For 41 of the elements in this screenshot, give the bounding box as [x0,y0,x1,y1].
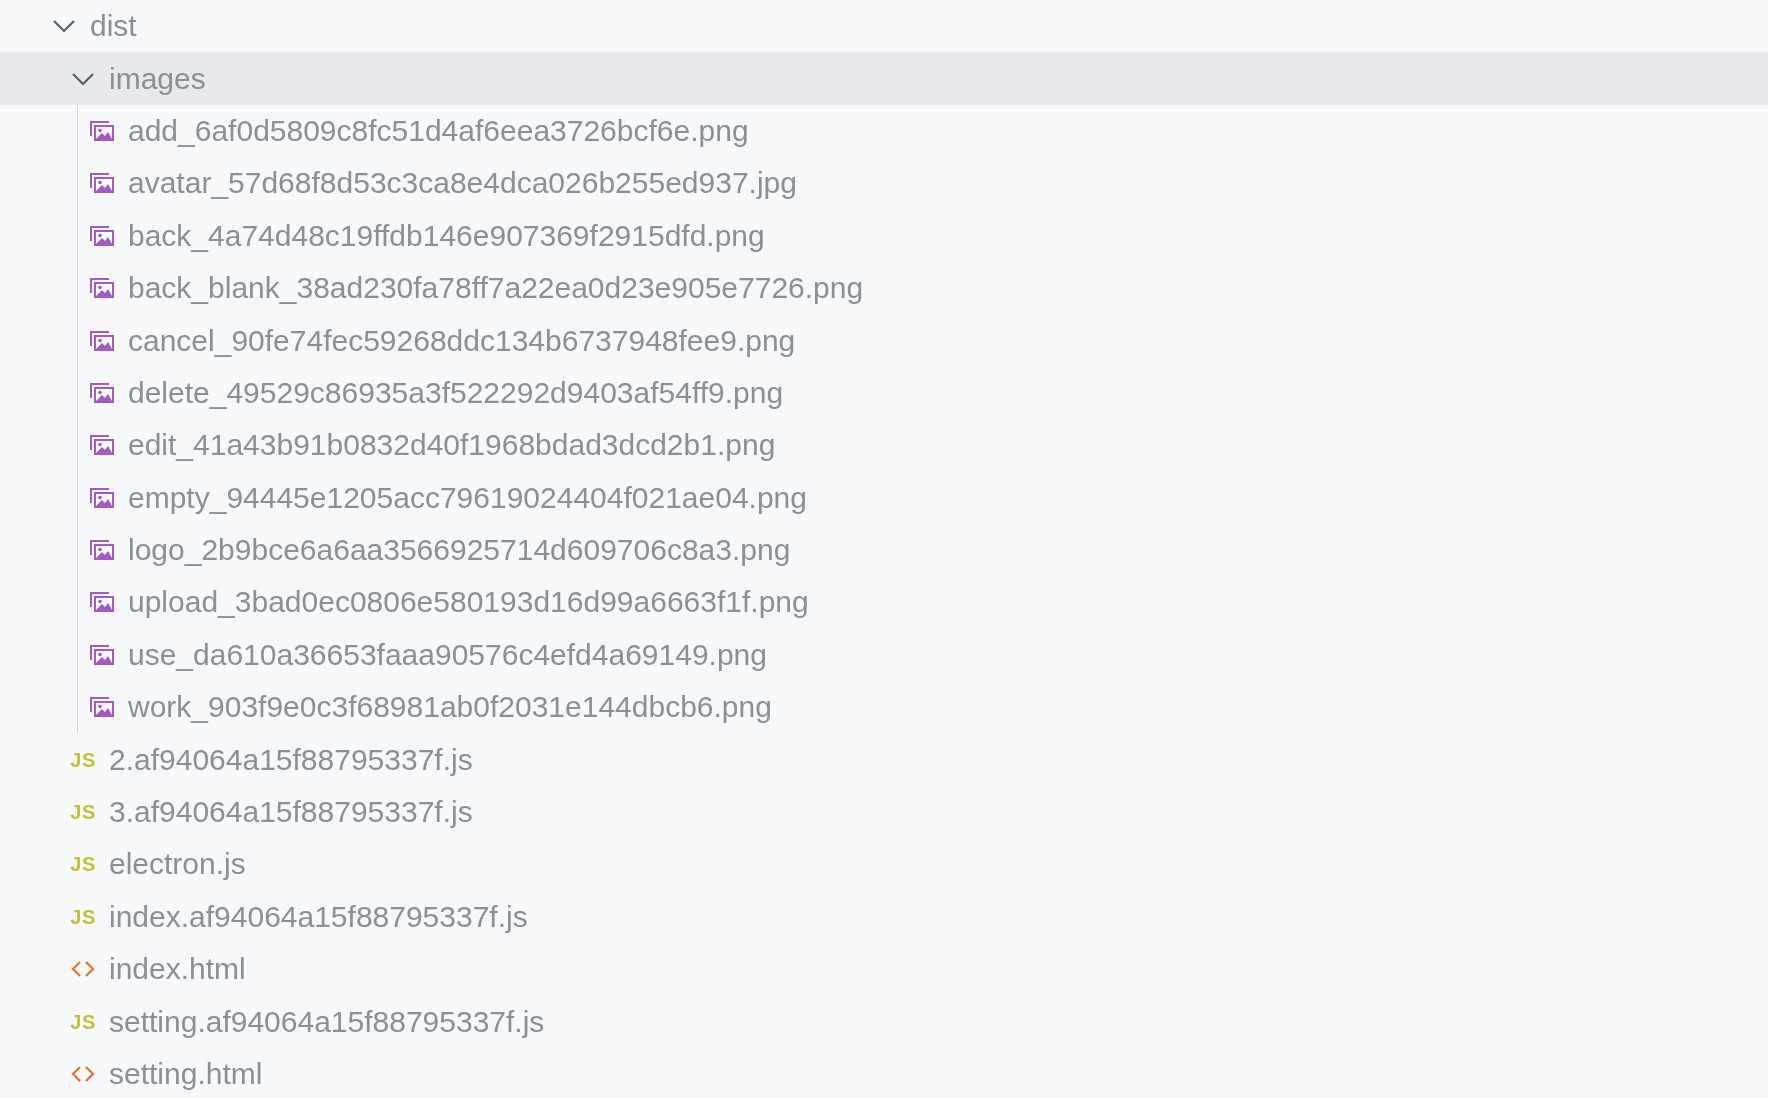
file-item[interactable]: JS electron.js [0,838,1768,891]
folder-item[interactable]: dist [0,0,1768,53]
file-item[interactable]: use_da610a36653faaa90576c4efd4a69149.png [0,628,1768,682]
file-item[interactable]: JS setting.af94064a15f88795337f.js [0,995,1768,1048]
file-item[interactable]: delete_49529c86935a3f522292d9403af54ff9.png [0,366,1768,420]
image-file-icon [89,591,115,614]
chevron-down-icon [51,18,77,35]
js-file-icon: JS [70,906,96,927]
image-file-icon [89,172,115,195]
image-file-icon [89,643,115,666]
image-file-icon [89,277,115,300]
js-file-icon: JS [70,802,96,823]
file-item[interactable]: logo_2b9bce6a6aa3566925714d609706c8a3.png [0,523,1768,577]
file-item[interactable]: add_6af0d5809c8fc51d4af6eea3726bcf6e.png [0,104,1768,158]
image-file-icon [89,696,115,719]
file-item[interactable]: work_903f9e0c3f68981ab0f2031e144dbcb6.png [0,681,1768,734]
file-item[interactable]: JS 3.af94064a15f88795337f.js [0,785,1768,839]
image-file-icon [89,434,115,457]
file-item[interactable]: avatar_57d68f8d53c3ca8e4dca026b255ed937.jpg [0,157,1768,210]
image-file-icon [89,224,115,247]
image-file-icon [89,486,115,509]
file-item[interactable]: index.html [0,943,1768,996]
file-item[interactable]: setting.html [0,1047,1768,1098]
file-item[interactable]: upload_3bad0ec0806e580193d16d99a6663f1f.png [0,576,1768,629]
js-file-icon: JS [70,854,96,875]
file-item[interactable]: back_blank_38ad230fa78ff7a22ea0d23e905e7726.png [0,261,1768,315]
file-item[interactable]: empty_94445e1205acc79619024404f021ae04.png [0,471,1768,524]
image-file-icon [89,329,115,352]
file-item[interactable]: cancel_90fe74fec59268ddc134b6737948fee9.png [0,314,1768,367]
code-brackets-icon [70,1064,96,1084]
file-item[interactable]: edit_41a43b91b0832d40f1968bdad3dcd2b1.png [0,419,1768,472]
file-item[interactable]: JS 2.af94064a15f88795337f.js [0,733,1768,786]
folder-item[interactable]: images [0,52,1768,105]
image-file-icon [89,381,115,404]
js-file-icon: JS [70,749,96,770]
chevron-down-icon [70,70,96,87]
file-item[interactable]: JS index.af94064a15f88795337f.js [0,890,1768,944]
file-item[interactable]: back_4a74d48c19ffdb146e907369f2915dfd.png [0,209,1768,262]
image-file-icon [89,119,115,142]
js-file-icon: JS [70,1011,96,1032]
image-file-icon [89,539,115,562]
